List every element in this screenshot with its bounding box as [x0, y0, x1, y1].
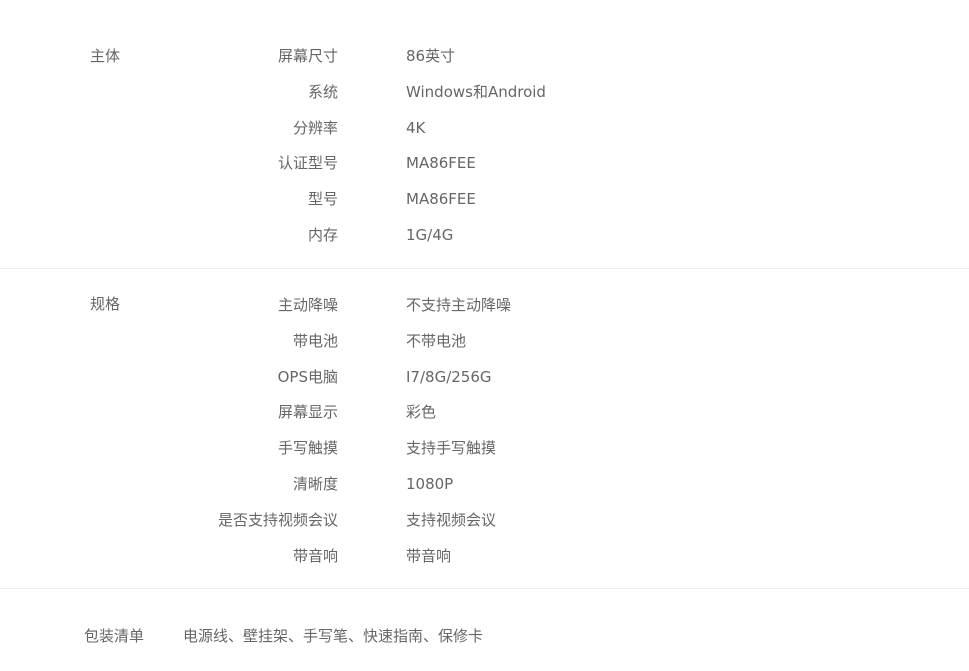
spec-label: 主动降噪 — [277, 296, 338, 314]
spec-row: 屏幕尺寸 86英寸 — [0, 44, 969, 80]
spec-value: 86英寸 — [406, 47, 456, 65]
package-list-value: 电源线、壁挂架、手写笔、快速指南、保修卡 — [183, 627, 484, 645]
spec-group-spec: 规格 主动降噪 不支持主动降噪 带电池 不带电池 OPS电脑 I7/8G/256… — [0, 268, 969, 588]
spec-label: 型号 — [307, 190, 338, 209]
package-list-label: 包装清单 — [84, 627, 145, 645]
spec-value: 不支持主动降噪 — [406, 296, 512, 314]
spec-row: 型号 MA86FEE — [0, 187, 969, 223]
spec-rows-spec: 主动降噪 不支持主动降噪 带电池 不带电池 OPS电脑 I7/8G/256G 屏… — [0, 293, 969, 579]
spec-row: 内存 1G/4G — [0, 223, 969, 259]
spec-label: 系统 — [307, 82, 338, 101]
spec-value: 彩色 — [406, 403, 437, 422]
spec-label: 带音响 — [292, 546, 338, 565]
spec-value: 1080P — [406, 474, 454, 493]
spec-rows-main: 屏幕尺寸 86英寸 系统 Windows和Android 分辨率 4K 认证型号… — [0, 44, 969, 259]
spec-value: 1G/4G — [406, 225, 454, 244]
spec-row: 手写触摸 支持手写触摸 — [0, 436, 969, 472]
spec-value: 带音响 — [406, 546, 452, 565]
spec-label: 屏幕显示 — [277, 403, 338, 422]
spec-label: 认证型号 — [277, 154, 338, 173]
spec-value: 4K — [406, 118, 426, 137]
spec-row: 分辨率 4K — [0, 116, 969, 152]
spec-label: 屏幕尺寸 — [277, 47, 338, 65]
spec-row: 带音响 带音响 — [0, 544, 969, 580]
spec-label: 是否支持视频会议 — [217, 510, 338, 529]
spec-row: OPS电脑 I7/8G/256G — [0, 365, 969, 401]
spec-value: I7/8G/256G — [406, 367, 492, 386]
spec-value: MA86FEE — [406, 190, 476, 209]
spec-label: 手写触摸 — [277, 439, 338, 458]
spec-label: 内存 — [307, 225, 338, 244]
spec-row: 系统 Windows和Android — [0, 80, 969, 116]
spec-label: 清晰度 — [292, 474, 338, 493]
spec-row: 清晰度 1080P — [0, 472, 969, 508]
spec-label: 带电池 — [292, 331, 338, 350]
spec-group-main: 主体 屏幕尺寸 86英寸 系统 Windows和Android 分辨率 4K 认… — [0, 0, 969, 268]
spec-value: 支持手写触摸 — [406, 439, 497, 458]
spec-row: 带电池 不带电池 — [0, 329, 969, 365]
spec-row: 主动降噪 不支持主动降噪 — [0, 293, 969, 329]
spec-row: 是否支持视频会议 支持视频会议 — [0, 508, 969, 544]
spec-label: OPS电脑 — [277, 367, 338, 386]
spec-value: 不带电池 — [406, 331, 467, 350]
spec-row: 屏幕显示 彩色 — [0, 400, 969, 436]
spec-value: 支持视频会议 — [406, 510, 497, 529]
spec-value: Windows和Android — [406, 82, 546, 101]
spec-value: MA86FEE — [406, 154, 476, 173]
spec-row: 认证型号 MA86FEE — [0, 151, 969, 187]
spec-label: 分辨率 — [292, 118, 338, 137]
package-list: 包装清单 电源线、壁挂架、手写笔、快速指南、保修卡 — [0, 588, 969, 671]
